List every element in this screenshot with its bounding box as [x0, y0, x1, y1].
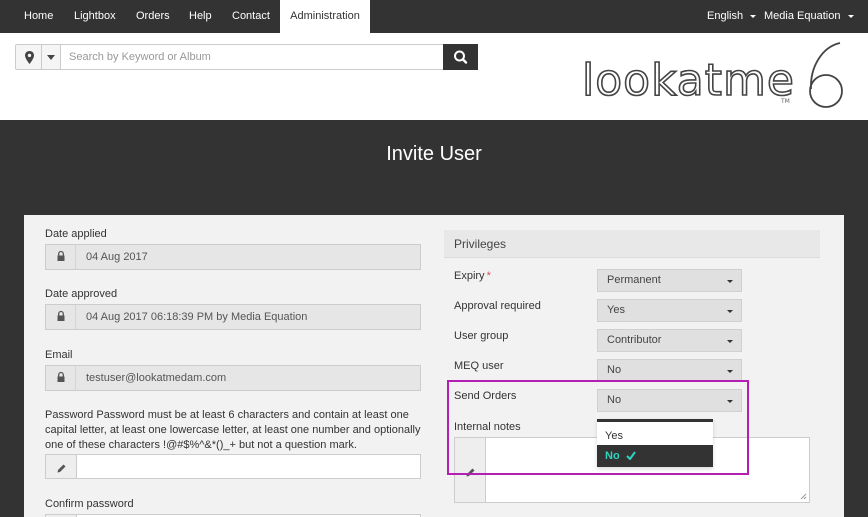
email-value: testuser@lookatmedam.com — [86, 372, 227, 384]
search-input[interactable] — [60, 44, 444, 70]
password-field[interactable] — [45, 454, 421, 479]
caret-down-icon — [727, 370, 733, 373]
meq-user-value: No — [607, 364, 622, 376]
nav-help[interactable]: Help — [179, 0, 222, 33]
required-star: * — [486, 270, 491, 282]
page-title: Invite User — [386, 143, 482, 165]
date-approved-label: Date approved — [45, 288, 118, 300]
send-orders-select[interactable]: No — [597, 389, 742, 412]
checkmark-icon — [626, 451, 636, 461]
expiry-label-text: Expiry — [454, 270, 485, 282]
search-bar-row: lookatme TM — [0, 33, 868, 120]
password-hint-line: one of these characters !@#$%^&*()_+ but… — [45, 439, 357, 451]
resize-handle-icon[interactable] — [799, 492, 807, 500]
send-orders-label: Send Orders — [454, 390, 517, 402]
caret-down-icon — [727, 310, 733, 313]
account-dropdown[interactable]: Media Equation — [764, 0, 854, 33]
lock-icon — [46, 245, 76, 269]
brand-logo: lookatme TM — [578, 39, 854, 117]
location-button[interactable] — [15, 44, 42, 70]
date-approved-field: 04 Aug 2017 06:18:39 PM by Media Equatio… — [45, 304, 421, 330]
pencil-icon — [455, 438, 486, 502]
nav-administration[interactable]: Administration — [280, 0, 370, 33]
approval-required-value: Yes — [607, 304, 625, 316]
user-group-label: User group — [454, 330, 509, 342]
date-applied-label: Date applied — [45, 228, 107, 240]
confirm-password-label: Confirm password — [45, 498, 134, 510]
nav-lightbox[interactable]: Lightbox — [64, 0, 126, 33]
send-orders-option-no[interactable]: No — [597, 445, 713, 467]
search-scope-toggle[interactable] — [41, 44, 61, 70]
privileges-header: Privileges — [444, 230, 820, 258]
approval-required-select[interactable]: Yes — [597, 299, 742, 322]
send-orders-value: No — [607, 394, 622, 406]
date-approved-value: 04 Aug 2017 06:18:39 PM by Media Equatio… — [86, 311, 308, 323]
lock-icon — [46, 366, 76, 390]
chevron-down-icon — [47, 55, 55, 60]
map-marker-icon — [25, 51, 34, 64]
logo-trademark: TM — [780, 98, 790, 105]
language-dropdown[interactable]: English — [707, 0, 757, 33]
expiry-label: Expiry * — [454, 270, 491, 282]
option-label: No — [605, 450, 620, 462]
internal-notes-label: Internal notes — [454, 421, 521, 433]
pencil-icon — [46, 455, 77, 478]
email-label: Email — [45, 349, 73, 361]
nav-home[interactable]: Home — [14, 0, 63, 33]
invite-user-form: Date applied 04 Aug 2017 Date approved 0… — [24, 215, 844, 517]
date-applied-value: 04 Aug 2017 — [86, 251, 148, 263]
nav-contact[interactable]: Contact — [222, 0, 280, 33]
lock-icon — [46, 305, 76, 329]
password-hint-line: capital letter, at least one lowercase l… — [45, 424, 421, 436]
search-button[interactable] — [443, 44, 478, 70]
caret-down-icon — [727, 400, 733, 403]
user-group-select[interactable]: Contributor — [597, 329, 742, 352]
password-input[interactable] — [78, 455, 418, 478]
logo-numeral — [809, 42, 843, 108]
search-icon — [454, 50, 468, 64]
caret-down-icon — [727, 280, 733, 283]
caret-down-icon — [750, 14, 757, 18]
date-applied-field: 04 Aug 2017 — [45, 244, 421, 270]
expiry-value: Permanent — [607, 274, 661, 286]
nav-orders[interactable]: Orders — [126, 0, 180, 33]
language-label: English — [707, 10, 744, 22]
email-field: testuser@lookatmedam.com — [45, 365, 421, 391]
password-hint: Password Password must be at least 6 cha… — [45, 408, 425, 453]
password-hint-line: Password Password must be at least 6 cha… — [45, 409, 409, 421]
caret-down-icon — [727, 340, 733, 343]
user-group-value: Contributor — [607, 334, 662, 346]
account-label: Media Equation — [764, 10, 841, 22]
send-orders-option-yes[interactable]: Yes — [597, 425, 713, 447]
expiry-select[interactable]: Permanent — [597, 269, 742, 292]
meq-user-label: MEQ user — [454, 360, 504, 372]
caret-down-icon — [847, 14, 854, 18]
meq-user-select[interactable]: No — [597, 359, 742, 382]
send-orders-dropdown-menu: Yes No — [597, 419, 713, 467]
top-navbar: Home Lightbox Orders Help Contact Admini… — [0, 0, 868, 33]
approval-required-label: Approval required — [454, 300, 541, 312]
logo-wordmark: lookatme — [582, 55, 795, 106]
